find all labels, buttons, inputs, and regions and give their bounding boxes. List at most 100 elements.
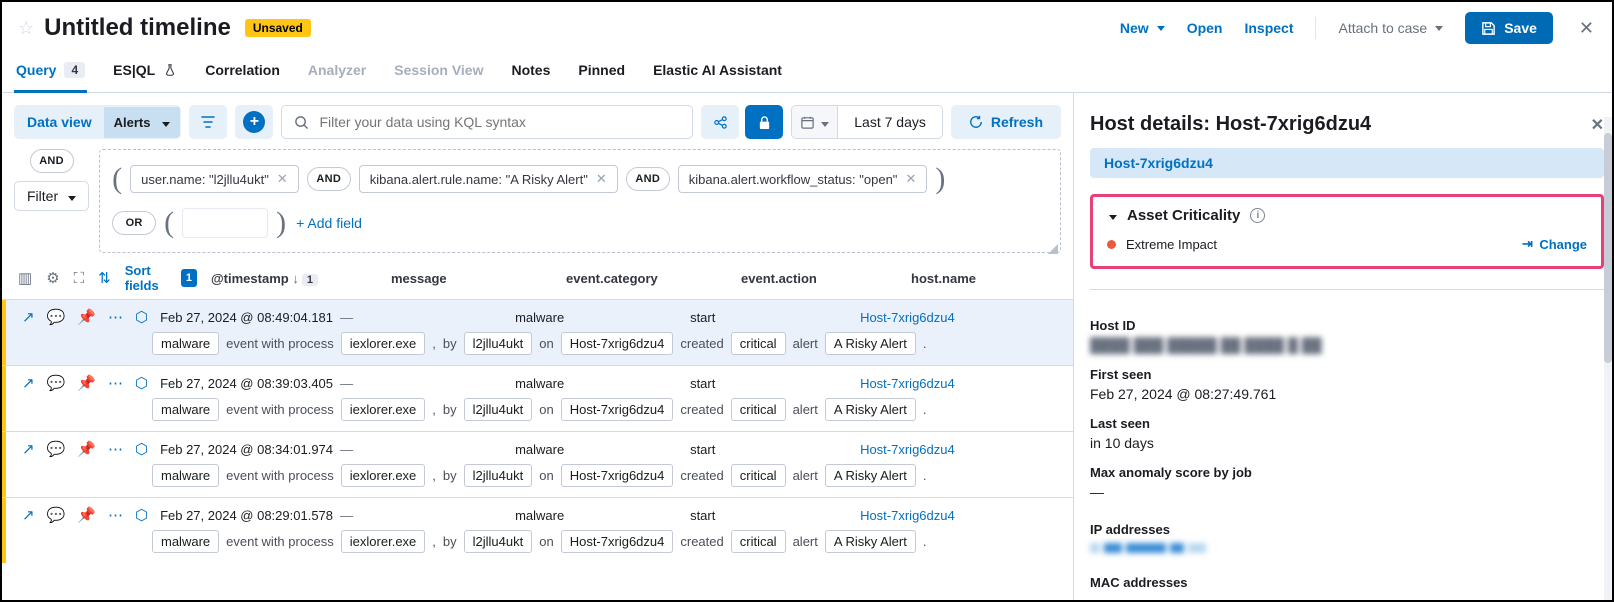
tab-pinned[interactable]: Pinned [576,52,627,93]
kql-input[interactable] [319,106,680,138]
close-panel-icon[interactable]: ✕ [1591,115,1604,135]
favorite-star-icon[interactable]: ☆ [18,18,34,39]
pin-icon[interactable]: 📌 [77,506,96,524]
tab-query[interactable]: Query4 [14,52,87,93]
refresh-button[interactable]: Refresh [951,105,1061,139]
message-cell: — [340,376,515,391]
alert-reason: malwareevent with processiexlorer.exe,by… [2,460,1073,497]
filter-dropdown[interactable]: Filter [14,181,89,211]
remove-chip-icon[interactable]: ✕ [596,171,607,187]
col-timestamp[interactable]: @timestamp ↓1 [211,271,391,286]
action-cell: start [690,376,860,391]
category-cell: malware [515,310,690,325]
add-field-link[interactable]: + Add field [296,215,362,231]
filter-icon-button[interactable] [189,105,227,139]
cube-icon[interactable]: ⬡ [135,374,148,392]
reason-token: l2jllu4ukt [464,464,533,487]
host-badge[interactable]: Host-7xrig6dzu4 [1090,148,1604,178]
expand-icon[interactable]: ↗ [22,440,35,458]
host-link[interactable]: Host-7xrig6dzu4 [860,376,955,391]
more-icon[interactable]: ⋯ [108,506,123,524]
table-row[interactable]: ↗💬📌⋯⬡Feb 27, 2024 @ 08:49:04.181—malware… [2,299,1073,365]
info-icon[interactable]: i [1250,208,1265,223]
first-seen-label: First seen [1090,367,1604,382]
comment-icon[interactable]: 💬 [47,506,66,524]
expand-icon[interactable]: ↗ [22,506,35,524]
remove-chip-icon[interactable]: ✕ [905,171,916,187]
filter-chip[interactable]: user.name: "l2jllu4ukt"✕ [130,165,299,193]
reason-token: l2jllu4ukt [464,398,533,421]
add-filter-button[interactable]: + [235,105,273,139]
more-icon[interactable]: ⋯ [108,440,123,458]
remove-chip-icon[interactable]: ✕ [277,171,288,187]
reason-token: l2jllu4ukt [464,530,533,553]
kql-search[interactable] [281,105,693,139]
change-criticality-button[interactable]: ⇤ Change [1522,236,1587,252]
comment-icon[interactable]: 💬 [47,374,66,392]
query-builder[interactable]: ( user.name: "l2jllu4ukt"✕ AND kibana.al… [99,149,1061,253]
pin-icon[interactable]: 📌 [77,374,96,392]
tab-correlation[interactable]: Correlation [203,52,282,93]
scrollbar-thumb[interactable] [1604,133,1612,363]
host-link[interactable]: Host-7xrig6dzu4 [860,310,955,325]
data-view-value: Alerts [114,115,151,130]
category-cell: malware [515,376,690,391]
category-cell: malware [515,508,690,523]
save-button[interactable]: Save [1465,12,1553,44]
pin-icon[interactable]: 📌 [77,308,96,326]
reason-token: iexlorer.exe [341,332,425,355]
refresh-label: Refresh [991,114,1043,130]
col-action[interactable]: event.action [741,271,911,286]
cube-icon[interactable]: ⬡ [135,440,148,458]
resize-handle[interactable] [1048,244,1058,254]
empty-group[interactable] [182,208,268,238]
host-link[interactable]: Host-7xrig6dzu4 [860,442,955,457]
expand-icon[interactable]: ↗ [22,308,35,326]
col-category[interactable]: event.category [566,271,741,286]
new-menu[interactable]: New [1120,20,1165,36]
more-icon[interactable]: ⋯ [108,308,123,326]
col-message[interactable]: message [391,271,566,286]
reason-token: malware [152,398,219,421]
tab-ai-assistant[interactable]: Elastic AI Assistant [651,52,784,93]
host-link[interactable]: Host-7xrig6dzu4 [860,508,955,523]
settings-icon[interactable]: ⚙ [46,269,59,287]
comment-icon[interactable]: 💬 [47,440,66,458]
close-icon[interactable]: ✕ [1575,18,1598,39]
reason-token: A Risky Alert [825,530,916,553]
share-icon-button[interactable] [701,105,739,139]
unsaved-badge: Unsaved [245,19,311,37]
cube-icon[interactable]: ⬡ [135,506,148,524]
and-operator[interactable]: AND [30,149,74,173]
columns-icon[interactable]: ▥ [18,269,32,287]
tab-notes[interactable]: Notes [509,52,552,93]
inspect-button[interactable]: Inspect [1244,20,1293,36]
chevron-down-icon[interactable] [1107,207,1117,224]
reason-token: l2jllu4ukt [464,332,533,355]
sort-icon[interactable]: ⇅ [98,269,111,287]
filter-chip[interactable]: kibana.alert.workflow_status: "open"✕ [678,165,928,193]
sort-fields-button[interactable]: Sort fields [125,263,167,293]
lock-icon-button[interactable] [745,105,783,139]
fullscreen-icon[interactable]: ⛶ [74,270,85,287]
data-view-picker[interactable]: Data view Alerts [14,105,181,139]
expand-icon[interactable]: ↗ [22,374,35,392]
pin-icon[interactable]: 📌 [77,440,96,458]
comment-icon[interactable]: 💬 [47,308,66,326]
more-icon[interactable]: ⋯ [108,374,123,392]
table-row[interactable]: ↗💬📌⋯⬡Feb 27, 2024 @ 08:29:01.578—malware… [2,497,1073,563]
date-picker[interactable]: Last 7 days [791,105,943,139]
and-operator[interactable]: AND [307,167,351,191]
filter-chip[interactable]: kibana.alert.rule.name: "A Risky Alert"✕ [359,165,618,193]
attach-to-case-menu[interactable]: Attach to case [1338,20,1443,36]
table-row[interactable]: ↗💬📌⋯⬡Feb 27, 2024 @ 08:34:01.974—malware… [2,431,1073,497]
data-view-label: Data view [15,106,104,138]
open-button[interactable]: Open [1187,20,1223,36]
table-row[interactable]: ↗💬📌⋯⬡Feb 27, 2024 @ 08:39:03.405—malware… [2,365,1073,431]
reason-token: Host-7xrig6dzu4 [561,464,674,487]
col-host[interactable]: host.name [911,271,1061,286]
tab-esql[interactable]: ES|QL [111,52,179,93]
and-operator[interactable]: AND [626,167,670,191]
cube-icon[interactable]: ⬡ [135,308,148,326]
or-operator[interactable]: OR [112,211,156,235]
